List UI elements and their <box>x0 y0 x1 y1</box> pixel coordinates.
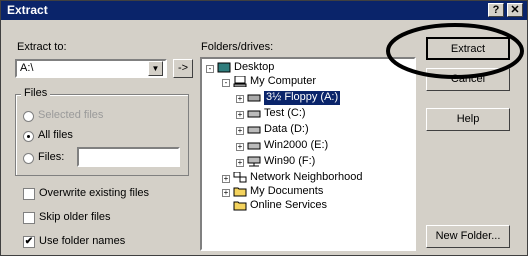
folder-icon <box>233 187 247 197</box>
tree-item-desktop[interactable]: Desktop <box>234 61 274 75</box>
use-folder-names-label: Use folder names <box>39 235 126 247</box>
drive-icon <box>247 142 261 150</box>
folders-tree[interactable]: - Desktop - My Computer + 3½ Floppy (A:)… <box>200 57 416 251</box>
folders-label: Folders/drives: <box>201 41 274 53</box>
help-title-button[interactable]: ? <box>488 3 504 17</box>
folder-icon <box>233 201 247 211</box>
tree-expander[interactable]: + <box>222 175 230 183</box>
tree-item-my-documents[interactable]: My Documents <box>250 185 323 199</box>
radio-selected-files-label: Selected files <box>38 109 104 121</box>
help-button[interactable]: Help <box>426 108 510 131</box>
use-folder-names-checkbox[interactable]: ✔ <box>23 236 35 248</box>
tree-expander[interactable]: + <box>236 143 244 151</box>
drive-icon <box>247 110 261 118</box>
radio-all-files-label: All files <box>38 129 73 141</box>
files-pattern-input[interactable] <box>77 147 180 167</box>
tree-item-floppy[interactable]: 3½ Floppy (A:) <box>264 91 341 105</box>
network-drive-icon <box>247 156 261 167</box>
tree-expander[interactable]: + <box>236 111 244 119</box>
tree-item-test-c[interactable]: Test (C:) <box>264 107 306 121</box>
tree-item-win2000-e[interactable]: Win2000 (E:) <box>264 139 328 153</box>
tree-expander[interactable]: - <box>206 65 214 73</box>
window-title: Extract <box>7 3 48 17</box>
extract-to-label: Extract to: <box>17 41 67 53</box>
floppy-icon <box>247 94 261 102</box>
tree-expander[interactable]: + <box>236 159 244 167</box>
tree-item-data-d[interactable]: Data (D:) <box>264 123 309 137</box>
highlight-ellipse <box>386 23 524 79</box>
extract-to-combo[interactable]: A:\ ▼ <box>15 59 167 78</box>
tree-item-network[interactable]: Network Neighborhood <box>250 171 363 185</box>
tree-expander[interactable]: + <box>222 189 230 197</box>
drive-icon <box>247 126 261 134</box>
tree-item-my-computer[interactable]: My Computer <box>250 75 316 89</box>
tree-expander[interactable]: - <box>222 79 230 87</box>
overwrite-label: Overwrite existing files <box>39 187 150 199</box>
radio-files[interactable] <box>23 153 34 164</box>
extract-to-input[interactable]: A:\ <box>20 62 33 74</box>
computer-icon <box>233 76 247 87</box>
radio-files-label: Files: <box>38 151 65 163</box>
desktop-icon <box>217 62 231 73</box>
radio-all-files[interactable] <box>23 131 34 142</box>
network-icon <box>233 172 247 183</box>
radio-selected-files[interactable] <box>23 111 34 122</box>
tree-item-win90-f[interactable]: Win90 (F:) <box>264 155 315 169</box>
tree-expander[interactable]: + <box>236 95 244 103</box>
chevron-down-icon[interactable]: ▼ <box>148 61 163 76</box>
title-bar: Extract ? ✕ <box>1 1 527 20</box>
files-group-title: Files <box>21 87 51 99</box>
overwrite-checkbox[interactable] <box>23 188 35 200</box>
browse-arrow-button[interactable]: -> <box>173 59 193 78</box>
new-folder-button[interactable]: New Folder... <box>426 225 510 248</box>
tree-item-online-services[interactable]: Online Services <box>250 199 327 213</box>
close-button[interactable]: ✕ <box>507 3 523 17</box>
skip-older-checkbox[interactable] <box>23 212 35 224</box>
tree-expander[interactable]: + <box>236 127 244 135</box>
skip-older-label: Skip older files <box>39 211 111 223</box>
